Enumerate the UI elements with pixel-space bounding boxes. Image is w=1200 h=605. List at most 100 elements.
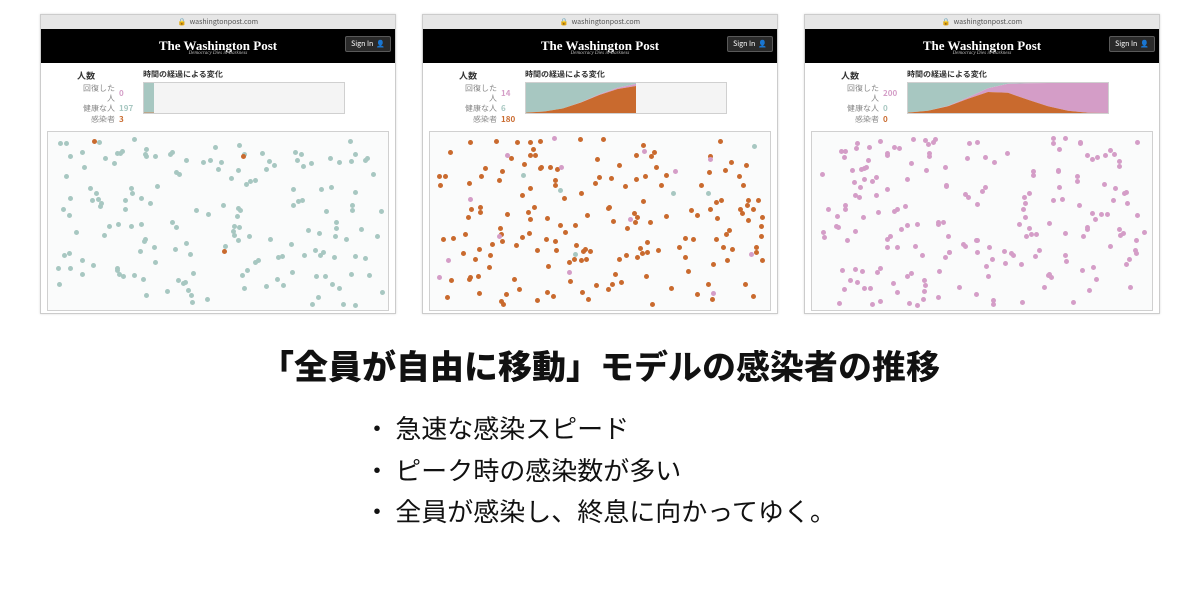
person-dot — [174, 225, 179, 230]
person-dot — [567, 270, 572, 275]
person-dot — [1111, 198, 1116, 203]
person-dot — [363, 256, 368, 261]
person-dot — [500, 239, 505, 244]
person-dot — [461, 251, 466, 256]
person-dot — [563, 230, 568, 235]
person-dot — [903, 204, 908, 209]
person-dot — [379, 209, 384, 214]
person-dot — [635, 215, 640, 220]
person-dot — [946, 234, 951, 239]
legend-counts: 人数回復した人200健康な人0感染者0 — [841, 69, 899, 125]
person-dot — [123, 207, 128, 212]
person-dot — [759, 234, 764, 239]
person-dot — [986, 274, 991, 279]
person-dot — [820, 172, 825, 177]
person-dot — [905, 274, 910, 279]
person-dot — [606, 287, 611, 292]
person-dot — [718, 139, 723, 144]
person-dot — [719, 198, 724, 203]
person-dot — [520, 235, 525, 240]
person-dot — [723, 168, 728, 173]
person-dot — [885, 151, 890, 156]
person-dot — [148, 201, 153, 206]
person-dot — [633, 220, 638, 225]
person-dot — [854, 146, 859, 151]
person-dot — [527, 231, 532, 236]
person-dot — [191, 271, 196, 276]
person-dot — [601, 137, 606, 142]
sign-in-button[interactable]: Sign In👤 — [1109, 36, 1155, 52]
person-dot — [64, 174, 69, 179]
person-dot — [866, 158, 871, 163]
person-dot — [754, 250, 759, 255]
legend-label: 健康な人 — [841, 104, 879, 114]
person-dot — [494, 139, 499, 144]
person-dot — [189, 293, 194, 298]
person-dot — [554, 248, 559, 253]
person-dot — [641, 143, 646, 148]
sign-in-button[interactable]: Sign In👤 — [345, 36, 391, 52]
sign-in-button[interactable]: Sign In👤 — [727, 36, 773, 52]
person-dot — [349, 272, 354, 277]
person-dot — [963, 192, 968, 197]
legend-line-recovered: 回復した人14 — [459, 84, 517, 103]
person-dot — [194, 208, 199, 213]
person-dot — [558, 188, 563, 193]
person-dot — [310, 302, 315, 307]
person-dot — [686, 269, 691, 274]
user-icon: 👤 — [758, 39, 767, 49]
person-dot — [317, 231, 322, 236]
legend-value: 0 — [119, 89, 135, 99]
person-dot — [744, 163, 749, 168]
person-dot — [515, 140, 520, 145]
person-dot — [648, 220, 653, 225]
person-dot — [67, 213, 72, 218]
bullet-item: ・ピーク時の感染数が多い — [364, 449, 836, 491]
person-dot — [1090, 157, 1095, 162]
person-dot — [473, 257, 478, 262]
person-dot — [578, 137, 583, 142]
person-dot — [885, 187, 890, 192]
person-dot — [173, 247, 178, 252]
person-dot — [1002, 249, 1007, 254]
legend-value: 3 — [119, 115, 135, 125]
person-dot — [760, 258, 765, 263]
person-dot — [638, 246, 643, 251]
legend-value: 180 — [501, 115, 517, 125]
person-dot — [213, 145, 218, 150]
lock-icon: 🔒 — [942, 17, 951, 27]
person-dot — [1085, 153, 1090, 158]
person-dot — [922, 278, 927, 283]
person-dot — [623, 184, 628, 189]
person-dot — [927, 154, 932, 159]
person-dot — [1125, 201, 1130, 206]
person-dot — [505, 153, 510, 158]
person-dot — [483, 166, 488, 171]
person-dot — [546, 264, 551, 269]
person-dot — [441, 237, 446, 242]
person-dot — [302, 253, 307, 258]
person-dot — [80, 272, 85, 277]
person-dot — [548, 165, 553, 170]
person-dot — [1080, 268, 1085, 273]
person-dot — [143, 237, 148, 242]
person-dot — [943, 255, 948, 260]
person-dot — [706, 191, 711, 196]
legend-line-infected: 感染者0 — [841, 115, 899, 125]
caption-bullets: ・急速な感染スピード・ピーク時の感染数が多い・全員が感染し、終息に向かってゆく。 — [364, 407, 836, 532]
person-dot — [68, 266, 73, 271]
person-dot — [264, 167, 269, 172]
person-dot — [375, 234, 380, 239]
chart-title: 時間の経過による変化 — [907, 69, 1109, 80]
person-dot — [132, 273, 137, 278]
person-dot — [139, 196, 144, 201]
person-dot — [58, 141, 63, 146]
site-tagline: Democracy Dies in Darkness — [805, 51, 1159, 56]
person-dot — [479, 174, 484, 179]
person-dot — [857, 195, 862, 200]
person-dot — [650, 302, 655, 307]
person-dot — [897, 146, 902, 151]
legend-line-recovered: 回復した人0 — [77, 84, 135, 103]
legend-chart-col: 時間の経過による変化 — [143, 69, 345, 114]
person-dot — [567, 260, 572, 265]
